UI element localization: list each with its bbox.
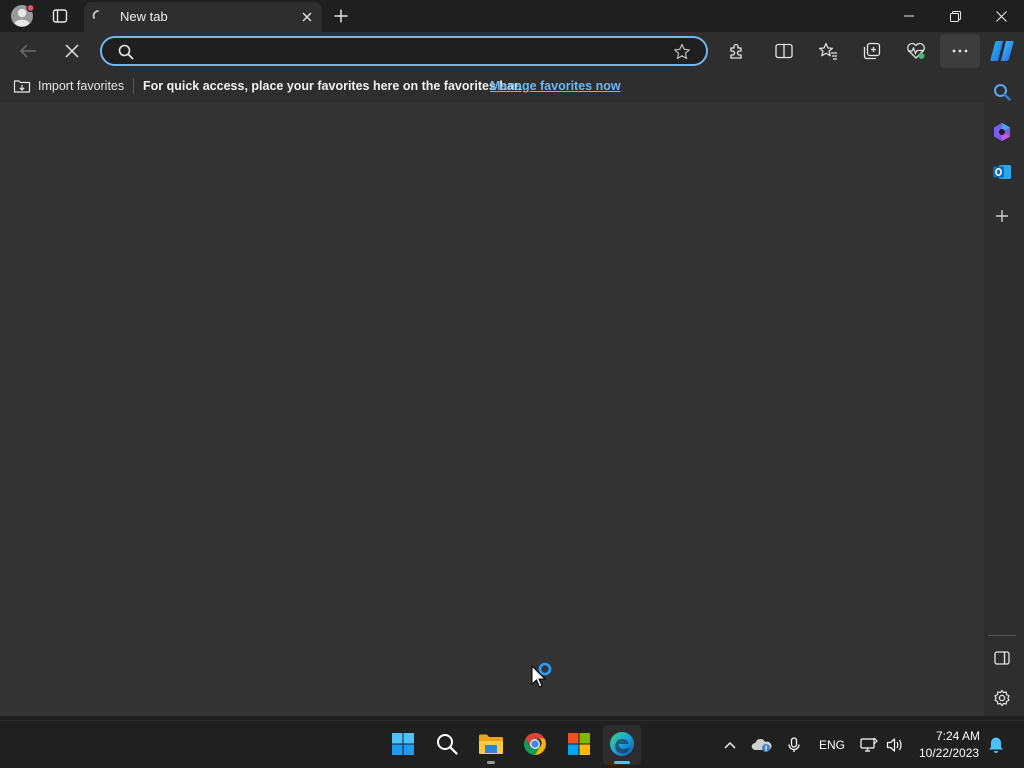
favorites-bar-message: For quick access, place your favorites h… (143, 79, 522, 93)
clock-time[interactable]: 7:24 AM (936, 729, 980, 743)
clock-date[interactable]: 10/22/2023 (919, 746, 979, 760)
tab-actions-icon[interactable] (50, 6, 70, 26)
tab-loading-icon (90, 8, 106, 24)
store-icon[interactable] (562, 727, 596, 761)
split-screen-icon[interactable] (770, 38, 798, 64)
file-explorer-running-indicator (487, 761, 495, 764)
tab-close-icon[interactable] (298, 8, 316, 26)
volume-icon[interactable] (884, 735, 906, 755)
back-icon[interactable] (14, 38, 42, 64)
sidebar-settings-icon[interactable] (990, 686, 1014, 710)
favorites-icon[interactable] (814, 38, 842, 64)
profile-avatar-icon[interactable] (8, 4, 36, 28)
language-indicator[interactable]: ENG (819, 738, 845, 752)
browser-essentials-icon[interactable] (902, 38, 930, 64)
sidebar-divider (988, 635, 1016, 636)
more-icon[interactable] (940, 34, 980, 68)
address-bar[interactable] (100, 36, 708, 66)
edge-sidebar (984, 70, 1024, 716)
sidebar-outlook-icon[interactable] (990, 160, 1014, 184)
window-close-icon[interactable] (978, 2, 1024, 30)
tab-new-tab[interactable]: New tab (84, 2, 322, 32)
extensions-icon[interactable] (722, 38, 750, 64)
favorites-bar: Import favorites For quick access, place… (0, 70, 984, 102)
minimize-icon[interactable] (886, 2, 932, 30)
tray-chevron-icon[interactable] (720, 735, 740, 755)
stop-icon[interactable] (58, 38, 86, 64)
start-icon[interactable] (386, 727, 420, 761)
notifications-icon[interactable] (986, 735, 1006, 755)
tab-title: New tab (120, 9, 168, 24)
import-favorites-button[interactable]: Import favorites (38, 79, 124, 93)
onedrive-icon[interactable] (750, 735, 774, 755)
network-icon[interactable] (858, 735, 880, 755)
copilot-icon[interactable] (988, 36, 1016, 66)
favorite-star-icon[interactable] (670, 41, 694, 63)
collections-icon[interactable] (858, 38, 886, 64)
import-favorites-icon[interactable] (12, 78, 32, 94)
edge-running-indicator (614, 761, 630, 764)
taskbar: ENG 7:24 AM 10/22/2023 (0, 720, 1024, 768)
sidebar-add-icon[interactable] (990, 204, 1014, 228)
sidebar-hide-icon[interactable] (990, 646, 1014, 670)
title-bar: New tab (0, 0, 1024, 32)
restore-icon[interactable] (932, 2, 978, 30)
favorites-divider (133, 78, 134, 94)
microphone-icon[interactable] (784, 735, 804, 755)
search-icon (116, 42, 136, 62)
edge-icon[interactable] (605, 727, 639, 761)
address-input[interactable] (142, 42, 662, 60)
taskbar-search-icon[interactable] (430, 727, 464, 761)
sidebar-designer-icon[interactable] (990, 120, 1014, 144)
sidebar-search-icon[interactable] (990, 80, 1014, 104)
file-explorer-icon[interactable] (474, 727, 508, 761)
page-content (0, 102, 984, 716)
busy-cursor-icon (530, 660, 556, 690)
chrome-icon[interactable] (518, 727, 552, 761)
new-tab-icon[interactable] (330, 5, 352, 27)
manage-favorites-link[interactable]: Manage favorites now (490, 79, 621, 93)
